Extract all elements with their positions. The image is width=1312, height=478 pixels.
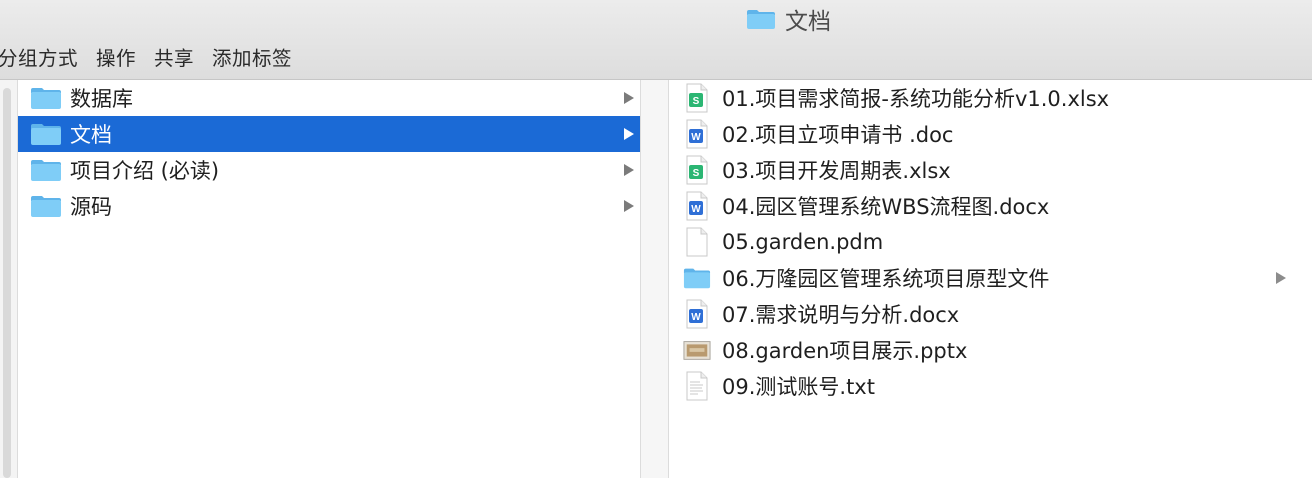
item-label: 01.项目需求简报-系统功能分析v1.0.xlsx <box>722 87 1110 111</box>
list-item[interactable]: W 02.项目立项申请书 .doc <box>670 116 1312 152</box>
disclosure-arrow-icon <box>624 164 634 176</box>
folder-column: 数据库 文档 项目介绍 (必读) 源码 <box>18 80 640 478</box>
window-title-text: 文档 <box>785 9 831 35</box>
spreadsheet-file-icon: S <box>683 155 711 185</box>
list-item[interactable]: W 07.需求说明与分析.docx <box>670 296 1312 332</box>
folder-icon <box>747 10 775 29</box>
list-item[interactable]: 文档 <box>18 116 640 152</box>
word-document-icon: W <box>683 299 711 329</box>
item-label: 数据库 <box>70 87 133 111</box>
file-list: S 01.项目需求简报-系统功能分析v1.0.xlsx W 02.项目立项申请书… <box>670 80 1312 404</box>
presentation-thumbnail-icon <box>683 337 711 363</box>
item-label: 08.garden项目展示.pptx <box>722 339 968 363</box>
folder-icon <box>30 193 62 219</box>
toolbar-menu: 分组方式 操作 共享 添加标签 <box>0 41 292 71</box>
file-column: S 01.项目需求简报-系统功能分析v1.0.xlsx W 02.项目立项申请书… <box>670 80 1312 478</box>
list-item[interactable]: S 01.项目需求简报-系统功能分析v1.0.xlsx <box>670 80 1312 116</box>
list-item[interactable]: 08.garden项目展示.pptx <box>670 332 1312 368</box>
folder-list: 数据库 文档 项目介绍 (必读) 源码 <box>18 80 640 224</box>
disclosure-arrow-icon <box>624 200 634 212</box>
list-item[interactable]: 项目介绍 (必读) <box>18 152 640 188</box>
scrollbar[interactable] <box>3 88 11 478</box>
item-label: 07.需求说明与分析.docx <box>722 303 960 327</box>
disclosure-arrow-icon <box>624 128 634 140</box>
group-by-button[interactable]: 分组方式 <box>0 42 78 71</box>
folder-icon <box>683 265 711 291</box>
list-item[interactable]: W 04.园区管理系统WBS流程图.docx <box>670 188 1312 224</box>
item-label: 源码 <box>70 195 112 219</box>
svg-text:W: W <box>691 132 701 143</box>
svg-text:S: S <box>693 96 700 107</box>
disclosure-arrow-icon <box>1276 272 1286 284</box>
item-label: 09.测试账号.txt <box>722 375 875 399</box>
list-item[interactable]: 09.测试账号.txt <box>670 368 1312 404</box>
item-label: 文档 <box>70 123 112 147</box>
blank-document-icon <box>683 227 711 257</box>
folder-icon <box>30 157 62 183</box>
word-document-icon: W <box>683 191 711 221</box>
list-item[interactable]: S 03.项目开发周期表.xlsx <box>670 152 1312 188</box>
disclosure-arrow-icon <box>624 92 634 104</box>
item-label: 04.园区管理系统WBS流程图.docx <box>722 195 1050 219</box>
folder-icon <box>30 121 62 147</box>
svg-text:W: W <box>691 204 701 215</box>
list-item[interactable]: 源码 <box>18 188 640 224</box>
svg-text:S: S <box>693 168 700 179</box>
share-button[interactable]: 共享 <box>154 42 194 71</box>
item-label: 项目介绍 (必读) <box>70 159 220 183</box>
item-label: 06.万隆园区管理系统项目原型文件 <box>722 267 1050 291</box>
toolbar: 文档 分组方式 操作 共享 添加标签 <box>0 0 1312 80</box>
list-item[interactable]: 05.garden.pdm <box>670 224 1312 260</box>
word-document-icon: W <box>683 119 711 149</box>
item-label: 02.项目立项申请书 .doc <box>722 123 954 147</box>
action-button[interactable]: 操作 <box>96 42 136 71</box>
list-item[interactable]: 06.万隆园区管理系统项目原型文件 <box>670 260 1312 296</box>
item-label: 05.garden.pdm <box>722 230 884 254</box>
spreadsheet-file-icon: S <box>683 83 711 113</box>
add-tags-button[interactable]: 添加标签 <box>212 42 292 71</box>
folder-icon <box>30 85 62 111</box>
previous-column <box>0 80 18 478</box>
list-item[interactable]: 数据库 <box>18 80 640 116</box>
svg-text:W: W <box>691 312 701 323</box>
window-title: 文档 <box>746 4 831 35</box>
item-label: 03.项目开发周期表.xlsx <box>722 159 951 183</box>
column-divider[interactable] <box>640 80 669 478</box>
text-file-icon <box>683 371 711 401</box>
